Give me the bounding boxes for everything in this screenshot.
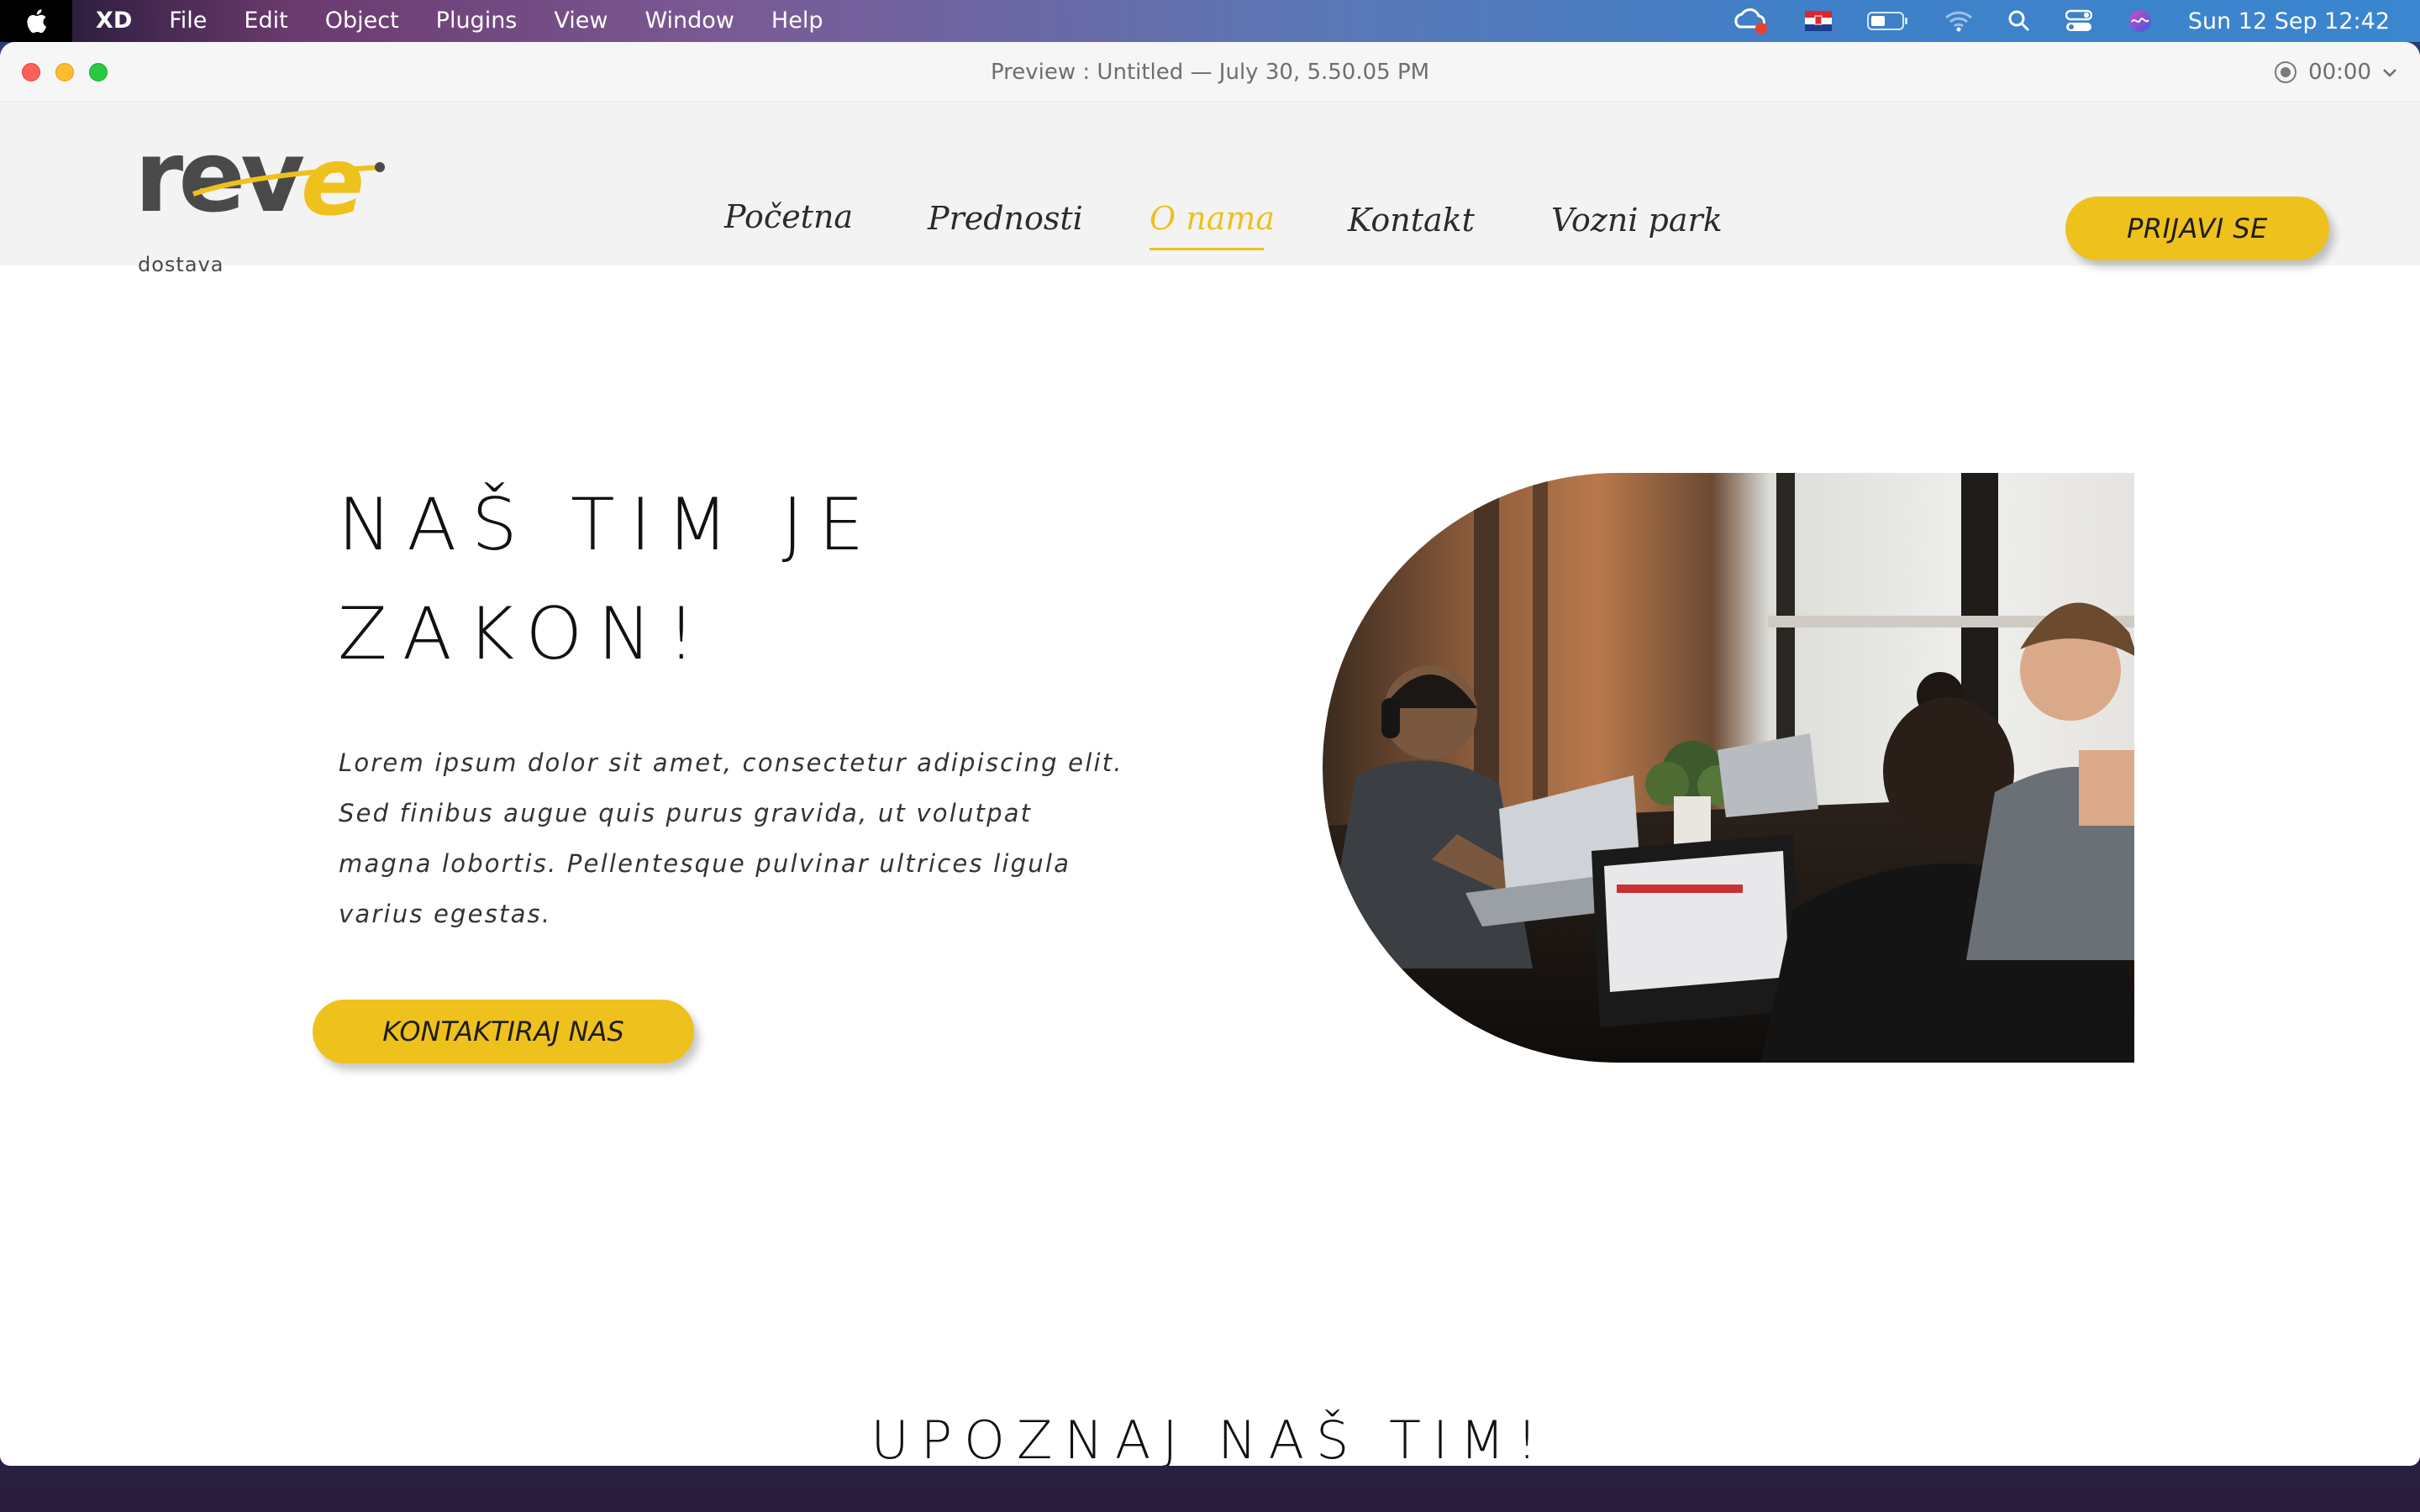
nav-vozni-park[interactable]: Vozni park	[1551, 202, 1723, 239]
nav-prednosti[interactable]: Prednosti	[928, 200, 1083, 237]
team-photo	[1323, 473, 2134, 1063]
hero-description: Lorem ipsum dolor sit amet, consectetur …	[339, 748, 1123, 928]
window-titlebar[interactable]: Preview : Untitled — July 30, 5.50.05 PM…	[0, 42, 2420, 102]
app-menu-xd[interactable]: XD	[72, 0, 150, 42]
menu-edit[interactable]: Edit	[225, 0, 306, 42]
creative-cloud-icon[interactable]	[1733, 7, 1770, 35]
record-icon	[2275, 61, 2297, 83]
hero-title-line-2: ZAKON!	[338, 592, 711, 676]
preview-window: Preview : Untitled — July 30, 5.50.05 PM…	[0, 42, 2420, 1466]
wifi-icon[interactable]	[1944, 10, 1973, 32]
reve-logo[interactable]: rev e	[134, 134, 387, 234]
nav-active-underline	[1150, 248, 1264, 250]
svg-text:rev: rev	[134, 134, 304, 234]
menu-object[interactable]: Object	[307, 0, 418, 42]
svg-text:e: e	[301, 134, 365, 234]
window-title: Preview : Untitled — July 30, 5.50.05 PM	[990, 60, 1430, 85]
nav-o-nama[interactable]: O nama	[1150, 200, 1275, 237]
apple-icon	[27, 9, 47, 34]
chevron-down-icon	[2383, 69, 2396, 77]
recording-time: 00:00	[2308, 60, 2371, 85]
login-button[interactable]: PRIJAVI SE	[2065, 197, 2329, 260]
menu-window[interactable]: Window	[626, 0, 752, 42]
logo-subtitle: dostava	[138, 253, 224, 276]
hero-title: NAŠ TIM JE ZAKON!	[338, 470, 1094, 689]
siri-icon[interactable]	[2128, 8, 2153, 34]
apple-menu[interactable]	[0, 0, 72, 42]
menubar-datetime[interactable]: Sun 12 Sep 12:42	[2188, 8, 2390, 34]
nav-kontakt[interactable]: Kontakt	[1348, 202, 1475, 239]
hero-title-line-1: NAŠ TIM JE	[338, 483, 880, 567]
menu-bar: XD File Edit Object Plugins View Window …	[0, 0, 2420, 42]
site-header: rev e dostava Početna Prednosti O nama K…	[0, 103, 2420, 276]
search-icon[interactable]	[2008, 10, 2030, 32]
battery-icon[interactable]	[1866, 11, 1909, 31]
recording-control[interactable]: 00:00	[2273, 42, 2398, 102]
control-center-icon[interactable]	[2065, 9, 2092, 33]
nav-pocetna[interactable]: Početna	[724, 198, 853, 235]
menu-help[interactable]: Help	[753, 0, 842, 42]
menu-view[interactable]: View	[535, 0, 626, 42]
flag-croatia-icon[interactable]	[1804, 11, 1832, 31]
section-title-team: UPOZNAJ NAŠ TIM!	[871, 1410, 1549, 1466]
contact-us-button[interactable]: KONTAKTIRAJ NAS	[313, 1000, 694, 1063]
menu-file[interactable]: File	[150, 0, 225, 42]
menu-plugins[interactable]: Plugins	[418, 0, 536, 42]
